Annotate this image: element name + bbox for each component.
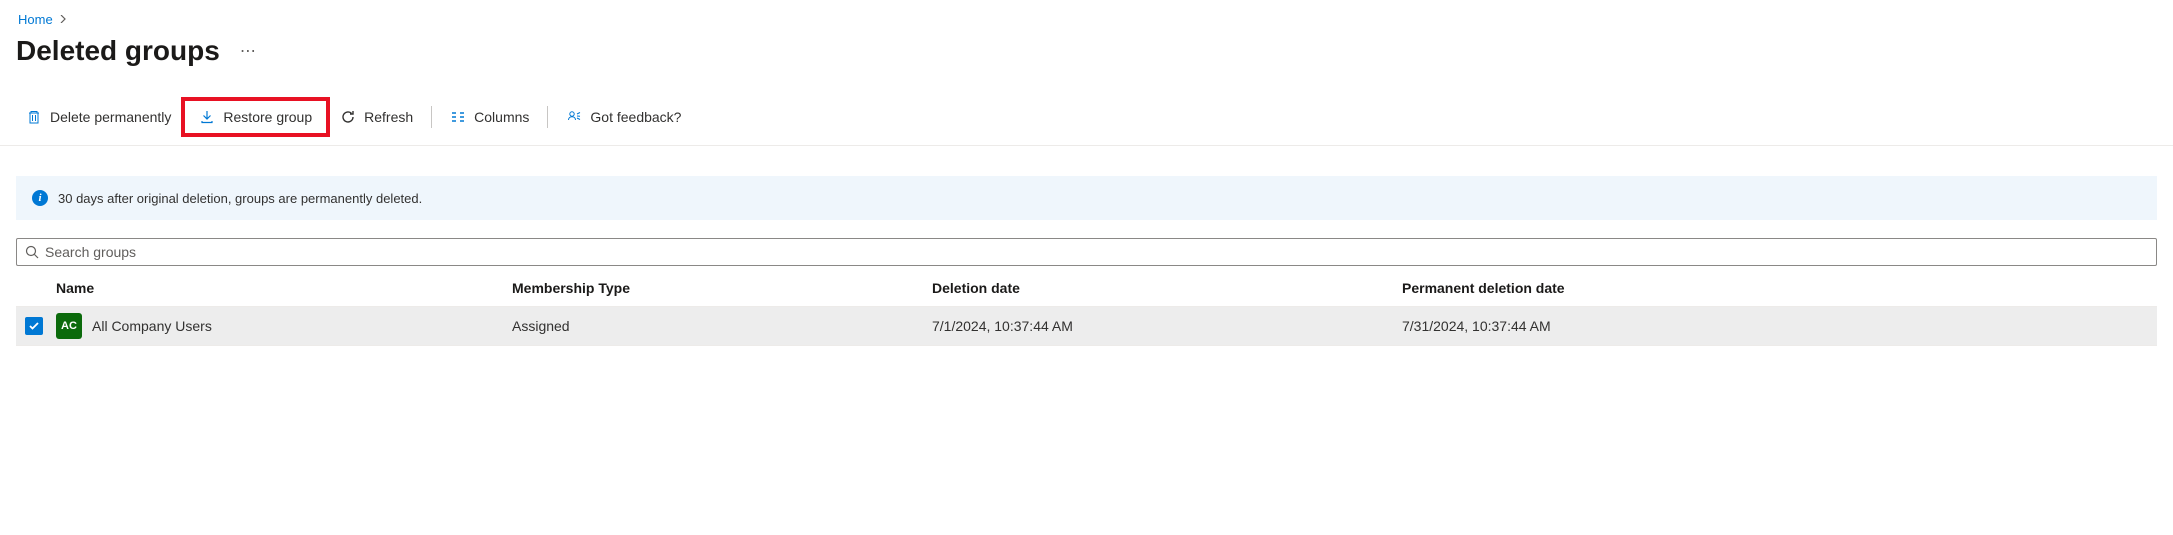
search-icon [25,245,39,259]
columns-label: Columns [474,109,529,125]
toolbar: Delete permanently Restore group Refresh… [0,89,2173,146]
feedback-label: Got feedback? [590,109,681,125]
toolbar-divider [431,106,432,128]
column-header-deletion[interactable]: Deletion date [932,280,1402,296]
feedback-icon [566,109,582,125]
restore-group-label: Restore group [223,109,312,125]
groups-table: Name Membership Type Deletion date Perma… [0,270,2173,346]
column-header-name[interactable]: Name [52,280,512,296]
search-input[interactable] [45,244,2148,260]
toolbar-divider-2 [547,106,548,128]
permanent-date-cell: 7/31/2024, 10:37:44 AM [1402,318,2157,334]
membership-cell: Assigned [512,318,932,334]
more-actions-button[interactable]: ⋯ [236,37,262,65]
group-name: All Company Users [92,318,212,334]
page-title: Deleted groups [16,35,220,67]
highlight-restore-group: Restore group [181,97,330,137]
delete-permanently-button[interactable]: Delete permanently [16,103,181,131]
refresh-icon [340,109,356,125]
group-avatar: AC [56,313,82,339]
table-header-row: Name Membership Type Deletion date Perma… [16,270,2157,307]
trash-icon [26,109,42,125]
column-header-permanent[interactable]: Permanent deletion date [1402,280,2157,296]
restore-group-button[interactable]: Restore group [189,103,322,131]
breadcrumb: Home [0,0,2173,35]
search-container[interactable] [16,238,2157,266]
table-row[interactable]: AC All Company Users Assigned 7/1/2024, … [16,307,2157,346]
deletion-date-cell: 7/1/2024, 10:37:44 AM [932,318,1402,334]
info-banner-text: 30 days after original deletion, groups … [58,191,422,206]
info-banner: i 30 days after original deletion, group… [16,176,2157,220]
columns-button[interactable]: Columns [440,103,539,131]
feedback-button[interactable]: Got feedback? [556,103,691,131]
breadcrumb-home-link[interactable]: Home [18,12,53,27]
delete-permanently-label: Delete permanently [50,109,171,125]
info-icon: i [32,190,48,206]
refresh-label: Refresh [364,109,413,125]
column-header-membership[interactable]: Membership Type [512,280,932,296]
page-title-row: Deleted groups ⋯ [0,35,2173,89]
restore-icon [199,109,215,125]
chevron-right-icon [59,14,67,26]
row-checkbox[interactable] [25,317,43,335]
columns-icon [450,109,466,125]
refresh-button[interactable]: Refresh [330,103,423,131]
